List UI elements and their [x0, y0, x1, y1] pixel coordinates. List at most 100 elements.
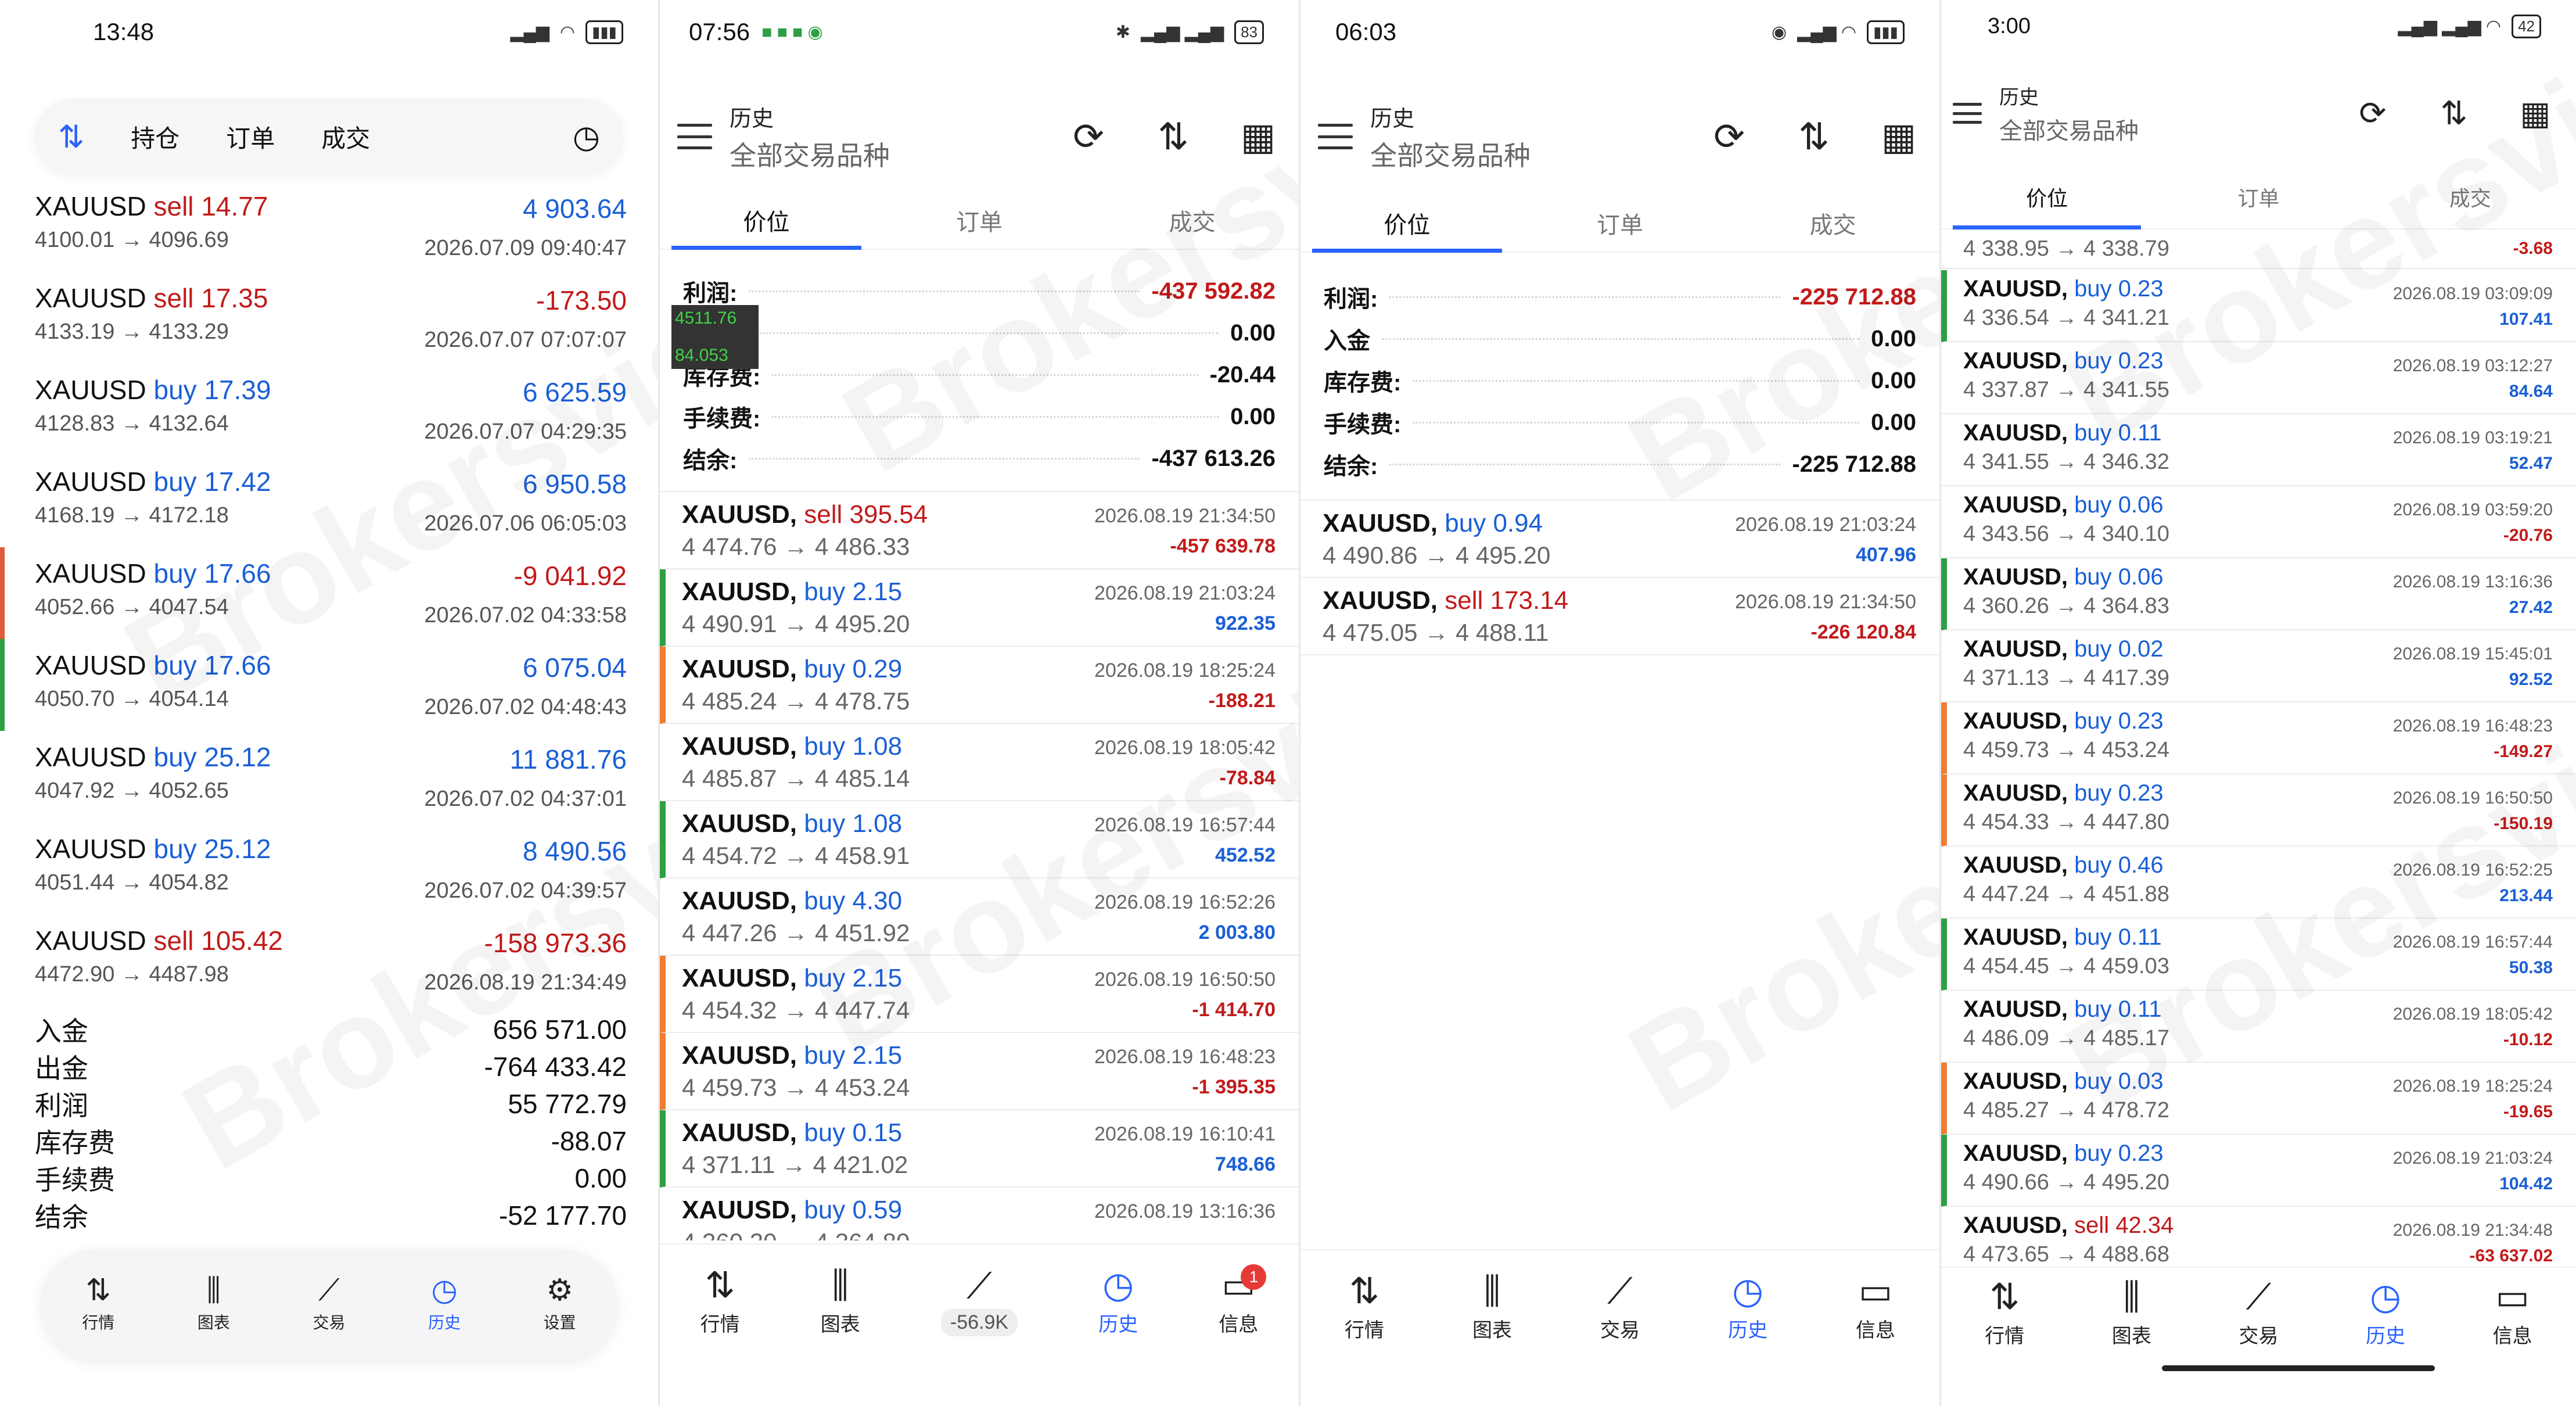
trade-row[interactable]: XAUUSD, buy 0.11 4 341.55 → 4 346.32 2026.… — [1941, 414, 2576, 486]
trade-prices: 4 341.55 → 4 346.32 — [1963, 450, 2169, 474]
nav-quotes[interactable]: ⇅ 行情 — [1345, 1273, 1384, 1343]
symbol-filter[interactable]: 全部交易品种 — [1370, 135, 1530, 173]
summary-dots — [1389, 463, 1781, 465]
trade-row[interactable]: XAUUSD, buy 0.23 4 490.66 → 4 495.20 2026.… — [1941, 1135, 2576, 1207]
nav-info[interactable]: ▭ 信息 — [1856, 1273, 1895, 1343]
tab-orders[interactable]: 订单 — [873, 192, 1086, 249]
account-summary: 利润:-437 592.82入金0.00库存费:-20.44手续费:0.00结余… — [660, 270, 1299, 479]
nav-info[interactable]: ⚙ 设置 — [544, 1275, 576, 1333]
trade-row[interactable]: XAUUSD, buy 0.06 4 343.56 → 4 340.10 2026.… — [1941, 486, 2576, 558]
trade-row[interactable]: XAUUSD sell 14.77 4100.01 → 4096.69 4 903.… — [0, 180, 658, 272]
tab-positions[interactable]: 持仓 — [131, 119, 179, 155]
symbol-filter[interactable]: 全部交易品种 — [730, 135, 890, 173]
trade-row[interactable]: XAUUSD, buy 0.06 4 360.26 → 4 364.83 2026.… — [1941, 558, 2576, 630]
trade-row[interactable]: XAUUSD, buy 0.29 4 485.24 → 4 478.75 2026.… — [660, 647, 1299, 724]
tab-positions[interactable]: 价位 — [660, 192, 873, 250]
sort-icon[interactable]: ⇅ — [1150, 113, 1197, 160]
tab-orders[interactable]: 订单 — [1514, 195, 1727, 252]
trade-row[interactable]: XAUUSD, sell 395.54 4 474.76 → 4 486.33 20… — [660, 492, 1299, 569]
trade-row[interactable]: XAUUSD, buy 0.94 4 490.86 → 4 495.20 2026.… — [1300, 501, 1939, 578]
nav-quotes[interactable]: ⇅ 行情 — [1985, 1279, 2024, 1348]
symbol-filter[interactable]: 全部交易品种 — [1999, 112, 2139, 146]
nav-quotes[interactable]: ⇅ 行情 — [700, 1267, 740, 1337]
sort-icon[interactable]: ⇅ — [1791, 113, 1837, 160]
nav-trade[interactable]: ⟋ -56.9K — [940, 1268, 1018, 1336]
trade-row[interactable]: XAUUSD, buy 0.23 4 459.73 → 4 453.24 2026.… — [1941, 702, 2576, 774]
trade-row[interactable]: XAUUSD, buy 2.15 4 454.32 → 4 447.74 2026.… — [660, 956, 1299, 1033]
currency-refresh-icon[interactable]: ⟳ — [1706, 113, 1752, 160]
calendar-icon[interactable]: ▦ — [2512, 90, 2559, 137]
trade-row[interactable]: XAUUSD buy 17.66 4050.70 → 4054.14 6 075.0… — [0, 639, 658, 731]
trade-row[interactable]: XAUUSD, buy 0.23 4 337.87 → 4 341.55 2026.… — [1941, 342, 2576, 414]
nav-history[interactable]: ◷ 历史 — [428, 1275, 461, 1333]
nav-chart[interactable]: ⫼ 图表 — [821, 1267, 860, 1337]
currency-refresh-icon[interactable]: ⟳ — [2349, 90, 2396, 137]
trade-row[interactable]: XAUUSD, buy 4.30 4 447.26 → 4 451.92 2026.… — [660, 878, 1299, 956]
trade-row[interactable]: XAUUSD sell 17.35 4133.19 → 4133.29 -173.5… — [0, 272, 658, 364]
trade-row[interactable]: XAUUSD buy 25.12 4051.44 → 4054.82 8 490.5… — [0, 823, 658, 914]
tab-orders[interactable]: 订单 — [2153, 166, 2364, 228]
nav-history[interactable]: ◷ 历史 — [2366, 1279, 2405, 1348]
nav-chart[interactable]: ⫼ 图表 — [2112, 1279, 2151, 1348]
nav-chart[interactable]: ⫼ 图表 — [1472, 1273, 1512, 1343]
tab-deals[interactable]: 成交 — [321, 119, 370, 155]
trade-profit: 52.47 — [2509, 454, 2553, 473]
trade-row[interactable]: XAUUSD, buy 0.15 4 371.11 → 4 421.02 2026.… — [660, 1110, 1299, 1188]
calendar-icon[interactable]: ▦ — [1235, 113, 1281, 160]
trade-row[interactable]: XAUUSD, buy 0.59 4 360.20 → 4 364.80 2026.… — [660, 1188, 1299, 1240]
trade-profit: 27.42 — [2509, 598, 2553, 617]
trade-row[interactable]: XAUUSD, buy 0.11 4 454.45 → 4 459.03 2026.… — [1941, 919, 2576, 991]
currency-refresh-icon[interactable]: ⟳ — [1065, 113, 1112, 160]
trade-row[interactable]: XAUUSD, buy 1.08 4 485.87 → 4 485.14 2026.… — [660, 724, 1299, 801]
tab-positions[interactable]: 价位 — [1941, 166, 2153, 229]
trade-row[interactable]: XAUUSD buy 17.39 4128.83 → 4132.64 6 625.5… — [0, 364, 658, 455]
trade-row[interactable]: XAUUSD buy 17.42 4168.19 → 4172.18 6 950.5… — [0, 455, 658, 547]
tab-deals[interactable]: 成交 — [2365, 166, 2576, 228]
tab-positions[interactable]: 价位 — [1300, 195, 1514, 253]
sort-icon[interactable]: ⇅ — [2431, 90, 2477, 137]
tab-deals[interactable]: 成交 — [1086, 192, 1299, 249]
trade-row[interactable]: XAUUSD, buy 1.08 4 454.72 → 4 458.91 2026.… — [660, 801, 1299, 878]
trade-row[interactable]: XAUUSD, buy 2.15 4 490.91 → 4 495.20 2026.… — [660, 569, 1299, 647]
trade-time: 2026.08.19 21:34:49 — [424, 970, 627, 995]
trade-side: buy — [1445, 509, 1486, 537]
nav-chart[interactable]: ⫼ 图表 — [197, 1275, 230, 1333]
trade-row[interactable]: XAUUSD, buy 0.11 4 486.09 → 4 485.17 2026.… — [1941, 991, 2576, 1063]
nav-trade[interactable]: ⟋ 交易 — [2239, 1279, 2278, 1348]
summary-row: 出金 -764 433.42 — [35, 1048, 627, 1085]
nav-info[interactable]: ▭ 信息 — [2493, 1279, 2532, 1348]
nav-history[interactable]: ◷ 历史 — [1728, 1273, 1767, 1343]
menu-icon[interactable] — [1953, 103, 1982, 124]
nav-info[interactable]: ▭ 信息 1 — [1219, 1264, 1267, 1337]
tab-orders[interactable]: 订单 — [226, 119, 275, 155]
trade-volume: 17.39 — [204, 375, 271, 405]
trade-row[interactable]: XAUUSD, buy 0.03 4 485.27 → 4 478.72 2026.… — [1941, 1063, 2576, 1135]
trade-row[interactable]: XAUUSD, buy 2.15 4 459.73 → 4 453.24 2026.… — [660, 1033, 1299, 1110]
nav-trade[interactable]: ⟋ 交易 — [312, 1275, 345, 1333]
summary-label: 出金 — [35, 1053, 88, 1084]
trade-icon: ⟋ — [1607, 1271, 1633, 1311]
trade-row[interactable]: XAUUSD buy 17.66 4052.66 → 4047.54 -9 041.… — [0, 547, 658, 639]
trade-row[interactable]: XAUUSD sell 105.42 4472.90 → 4487.98 -158 … — [0, 914, 658, 1006]
trade-row[interactable]: XAUUSD, buy 0.23 4 454.33 → 4 447.80 2026.… — [1941, 774, 2576, 847]
summary-dots — [772, 374, 1198, 376]
tab-deals[interactable]: 成交 — [1726, 195, 1939, 252]
clock-icon[interactable]: ◷ — [573, 119, 600, 155]
trade-profit: 6 075.04 — [522, 652, 627, 683]
trade-row[interactable]: XAUUSD, buy 0.02 4 371.13 → 4 417.39 2026.… — [1941, 630, 2576, 702]
sort-icon[interactable]: ⇅ — [58, 119, 84, 155]
calendar-icon[interactable]: ▦ — [1876, 113, 1922, 160]
trade-row[interactable]: XAUUSD buy 25.12 4047.92 → 4052.65 11 881.… — [0, 731, 658, 823]
trade-profit: 2 003.80 — [1198, 921, 1276, 944]
trade-time: 2026.08.19 03:59:20 — [2392, 500, 2553, 519]
nav-trade[interactable]: ⟋ 交易 — [1600, 1271, 1640, 1343]
trade-row[interactable]: XAUUSD, sell 173.14 4 475.05 → 4 488.11 20… — [1300, 578, 1939, 655]
nav-quotes[interactable]: ⇅ 行情 — [82, 1275, 114, 1333]
menu-icon[interactable] — [677, 124, 712, 149]
overlay-price: 4511.76 — [675, 309, 737, 328]
nav-history[interactable]: ◷ 历史 — [1098, 1267, 1138, 1337]
menu-icon[interactable] — [1318, 124, 1353, 149]
symbol-name: XAUUSD, — [682, 964, 797, 992]
trade-row[interactable]: XAUUSD, buy 0.46 4 447.24 → 4 451.88 2026.… — [1941, 847, 2576, 919]
trade-row[interactable]: XAUUSD, buy 0.23 4 336.54 → 4 341.21 2026.… — [1941, 270, 2576, 342]
